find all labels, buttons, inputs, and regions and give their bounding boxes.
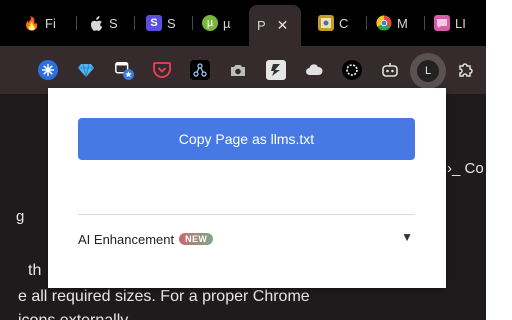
tab-label: µ bbox=[223, 15, 231, 31]
window-star-extension-icon[interactable] bbox=[114, 60, 134, 80]
page-margin bbox=[486, 0, 512, 320]
close-icon[interactable]: ✕ bbox=[277, 17, 289, 34]
page-fragment: th bbox=[28, 262, 42, 279]
s-icon: S bbox=[146, 15, 162, 31]
tab-label: C bbox=[339, 15, 349, 31]
copy-page-button[interactable]: Copy Page as llms.txt bbox=[78, 118, 415, 160]
loader-extension-icon[interactable] bbox=[342, 60, 362, 80]
tab-apple[interactable]: S bbox=[88, 11, 118, 35]
diamond-extension-icon[interactable] bbox=[76, 60, 96, 80]
page-fragment: ›_ Co bbox=[447, 160, 484, 177]
ai-enhancement-label: AI Enhancement bbox=[78, 231, 175, 247]
tab-doc[interactable]: C bbox=[318, 11, 348, 35]
utorrent-icon: µ bbox=[202, 15, 218, 31]
tab-chrome[interactable]: M bbox=[376, 11, 408, 35]
chrome-icon bbox=[376, 15, 392, 31]
cloud-icon[interactable] bbox=[304, 60, 324, 80]
page-fragment: e all required sizes. For a proper Chrom… bbox=[18, 288, 310, 305]
tab-separator bbox=[366, 16, 367, 30]
divider bbox=[78, 214, 415, 215]
robot-icon[interactable] bbox=[380, 60, 400, 80]
chat-icon bbox=[434, 15, 450, 31]
camera-icon[interactable] bbox=[228, 60, 248, 80]
fire-icon: 🔥 bbox=[23, 15, 41, 31]
tab-label: S bbox=[109, 15, 118, 31]
new-badge: NEW bbox=[179, 233, 214, 245]
doc-icon bbox=[318, 15, 334, 31]
tab-s-app[interactable]: S S bbox=[146, 11, 176, 35]
tab-separator bbox=[76, 16, 77, 30]
tab-active[interactable]: P ✕ bbox=[249, 5, 301, 46]
tab-chat[interactable]: LI bbox=[434, 11, 466, 35]
tab-separator bbox=[424, 16, 425, 30]
browser-window: 🔥 Fi S S S µ µ P ✕ C M LI L ›_ Co g th e… bbox=[0, 0, 486, 320]
tab-separator bbox=[134, 16, 135, 30]
graph-extension-icon[interactable] bbox=[190, 60, 210, 80]
tab-label: Fi bbox=[45, 15, 56, 31]
ai-enhancement-row[interactable]: AI Enhancement NEW ▼ bbox=[78, 228, 415, 250]
page-fragment: g bbox=[16, 208, 25, 225]
tab-label: P bbox=[257, 18, 266, 33]
lightning-extension-icon[interactable] bbox=[266, 60, 286, 80]
snowflake-extension-icon[interactable] bbox=[38, 60, 58, 80]
expand-arrow-icon[interactable]: ▼ bbox=[401, 230, 413, 244]
pocket-icon[interactable] bbox=[152, 60, 172, 80]
tab-strip: 🔥 Fi S S S µ µ P ✕ C M LI bbox=[0, 0, 486, 46]
avatar[interactable]: L bbox=[417, 60, 439, 82]
apple-icon bbox=[88, 15, 104, 31]
tab-label: M bbox=[397, 15, 408, 31]
extension-popup: Copy Page as llms.txt AI Enhancement NEW… bbox=[48, 88, 446, 288]
tab-utorrent[interactable]: µ µ bbox=[202, 11, 231, 35]
tab-fire[interactable]: 🔥 Fi bbox=[24, 11, 56, 35]
tab-label: S bbox=[167, 15, 176, 31]
tab-separator bbox=[192, 16, 193, 30]
tab-label: LI bbox=[455, 15, 466, 31]
puzzle-icon[interactable] bbox=[456, 60, 476, 80]
page-fragment: icons externally bbox=[18, 312, 128, 320]
toolbar: L bbox=[0, 46, 486, 94]
